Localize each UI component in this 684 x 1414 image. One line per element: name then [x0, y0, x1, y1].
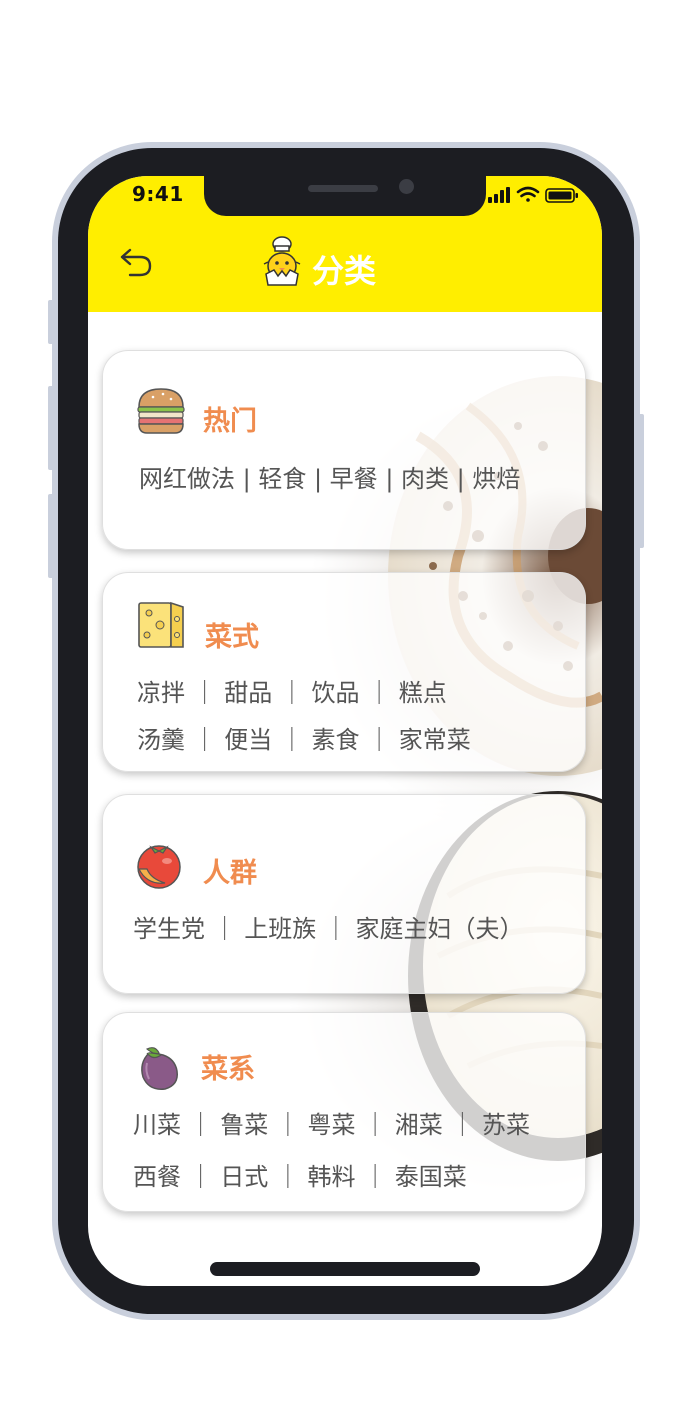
status-icons [488, 186, 578, 203]
volume-down-button [48, 494, 54, 578]
card-tags-line[interactable]: 西餐 ｜ 日式 ｜ 韩料 ｜ 泰国菜 [133, 1157, 467, 1192]
battery-icon [545, 188, 578, 203]
mute-switch [48, 300, 54, 344]
status-time: 9:41 [132, 182, 184, 206]
card-tags-line[interactable]: 川菜 ｜ 鲁菜 ｜ 粤菜 ｜ 湘菜 ｜ 苏菜 [133, 1105, 530, 1140]
card-title: 菜式 [205, 622, 259, 653]
screen: 9:41 分类 热门 网红做法 | 轻食 | 早餐 | 肉类 | 烘焙 菜式 凉… [88, 176, 602, 1286]
card-title: 人群 [203, 858, 257, 889]
volume-up-button [48, 386, 54, 470]
power-button [638, 414, 644, 548]
cheese-icon [138, 601, 184, 648]
tomato-icon [137, 845, 181, 889]
card-title: 菜系 [201, 1054, 255, 1085]
card-title: 热门 [203, 406, 257, 437]
category-card-style[interactable]: 菜式 凉拌 ｜ 甜品 ｜ 饮品 ｜ 糕点 汤羹 ｜ 便当 ｜ 素食 ｜ 家常菜 [102, 572, 586, 772]
card-tags-line[interactable]: 网红做法 | 轻食 | 早餐 | 肉类 | 烘焙 [139, 459, 520, 494]
card-tags-line[interactable]: 学生党 ｜ 上班族 ｜ 家庭主妇（夫） [133, 909, 524, 944]
back-arrow-icon[interactable] [118, 242, 158, 282]
eggplant-icon [141, 1047, 178, 1090]
category-card-people[interactable]: 人群 学生党 ｜ 上班族 ｜ 家庭主妇（夫） [102, 794, 586, 994]
burger-icon [137, 388, 185, 434]
chick-chef-icon [263, 236, 301, 286]
category-card-hot[interactable]: 热门 网红做法 | 轻食 | 早餐 | 肉类 | 烘焙 [102, 350, 586, 550]
page-title: 分类 [312, 252, 377, 290]
status-bar: 9:41 [88, 176, 602, 220]
signal-icon [488, 187, 510, 203]
home-indicator[interactable] [210, 1262, 480, 1276]
speaker [308, 185, 378, 192]
card-tags-line[interactable]: 凉拌 ｜ 甜品 ｜ 饮品 ｜ 糕点 [137, 673, 447, 708]
app-header: 9:41 分类 [88, 176, 602, 312]
category-card-cuisine[interactable]: 菜系 川菜 ｜ 鲁菜 ｜ 粤菜 ｜ 湘菜 ｜ 苏菜 西餐 ｜ 日式 ｜ 韩料 ｜… [102, 1012, 586, 1212]
camera [399, 179, 414, 194]
notch [204, 176, 486, 216]
card-tags-line[interactable]: 汤羹 ｜ 便当 ｜ 素食 ｜ 家常菜 [137, 720, 471, 755]
wifi-icon [516, 186, 540, 202]
